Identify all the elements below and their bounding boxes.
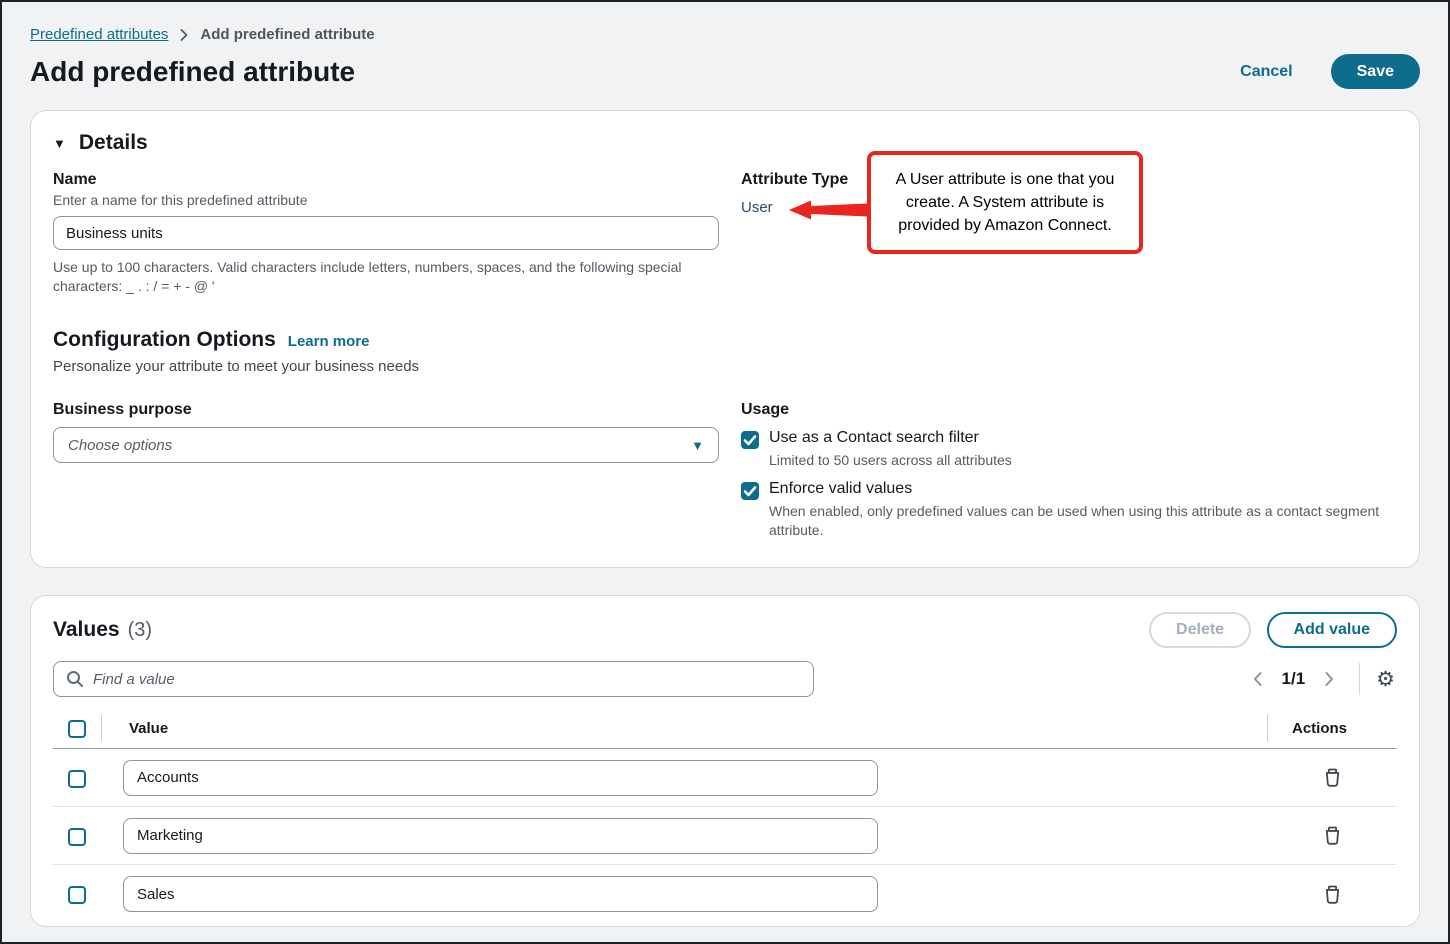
delete-row-button[interactable] xyxy=(1321,823,1344,848)
name-constraint-text: Use up to 100 characters. Valid characte… xyxy=(53,258,713,296)
caret-down-icon: ▼ xyxy=(53,137,66,150)
values-count-badge: (3) xyxy=(128,619,152,642)
value-search-input[interactable] xyxy=(93,671,801,688)
next-page-button[interactable] xyxy=(1317,667,1341,691)
app-window: Predefined attributes Add predefined att… xyxy=(0,0,1450,944)
breadcrumb: Predefined attributes Add predefined att… xyxy=(30,2,1420,43)
configuration-options-description: Personalize your attribute to meet your … xyxy=(53,358,1397,375)
trash-icon xyxy=(1324,768,1341,787)
contact-search-filter-checkbox[interactable] xyxy=(741,431,759,449)
business-purpose-select[interactable]: Choose options ▼ xyxy=(53,427,719,463)
breadcrumb-link-predefined-attributes[interactable]: Predefined attributes xyxy=(30,26,168,43)
settings-gear-icon[interactable]: ⚙ xyxy=(1374,667,1397,692)
business-purpose-group: Business purpose Choose options ▼ xyxy=(53,401,719,540)
cancel-button[interactable]: Cancel xyxy=(1240,63,1292,81)
table-header-row: Value Actions xyxy=(53,708,1397,749)
table-row xyxy=(53,749,1397,807)
value-input[interactable] xyxy=(123,760,878,796)
table-row xyxy=(53,865,1397,923)
trash-icon xyxy=(1324,826,1341,845)
name-description: Enter a name for this predefined attribu… xyxy=(53,192,719,208)
previous-page-button[interactable] xyxy=(1246,667,1270,691)
red-arrow-icon xyxy=(787,197,869,223)
enforce-valid-values-label: Enforce valid values xyxy=(769,480,1397,498)
select-all-checkbox[interactable] xyxy=(68,720,86,738)
name-field-group: Name Enter a name for this predefined at… xyxy=(53,171,719,296)
row-checkbox[interactable] xyxy=(68,828,86,846)
contact-search-filter-description: Limited to 50 users across all attribute… xyxy=(769,451,1012,470)
usage-group: Usage Use as a Contact search filter Lim… xyxy=(741,401,1397,540)
delete-button[interactable]: Delete xyxy=(1149,612,1251,648)
usage-label: Usage xyxy=(741,401,1397,419)
chevron-down-icon: ▼ xyxy=(691,439,704,452)
details-section-toggle[interactable]: ▼ Details xyxy=(53,131,1397,155)
details-row-name: Name Enter a name for this predefined at… xyxy=(53,171,1397,296)
chevron-right-icon xyxy=(1323,671,1335,687)
delete-row-button[interactable] xyxy=(1321,882,1344,907)
header-actions: Cancel Save xyxy=(1240,54,1420,89)
enforce-valid-values-description: When enabled, only predefined values can… xyxy=(769,502,1397,540)
checkmark-icon xyxy=(741,431,759,449)
details-card: ▼ Details Name Enter a name for this pre… xyxy=(30,110,1420,568)
usage-option-contact-search: Use as a Contact search filter Limited t… xyxy=(741,429,1397,470)
row-checkbox[interactable] xyxy=(68,886,86,904)
details-section-title: Details xyxy=(79,131,148,155)
business-purpose-placeholder: Choose options xyxy=(68,437,172,454)
value-search-box xyxy=(53,661,814,697)
annotation-callout: A User attribute is one that you create.… xyxy=(867,151,1143,254)
enforce-valid-values-checkbox[interactable] xyxy=(741,482,759,500)
divider xyxy=(1359,663,1360,695)
values-title: Values xyxy=(53,618,120,642)
values-toolbar: 1/1 ⚙ xyxy=(53,661,1397,697)
trash-icon xyxy=(1324,885,1341,904)
row-checkbox[interactable] xyxy=(68,770,86,788)
configuration-options-header: Configuration Options Learn more xyxy=(53,328,1397,352)
learn-more-link[interactable]: Learn more xyxy=(288,333,370,350)
chevron-left-icon xyxy=(1252,671,1264,687)
save-button[interactable]: Save xyxy=(1331,54,1420,89)
usage-option-enforce-valid: Enforce valid values When enabled, only … xyxy=(741,480,1397,540)
table-row xyxy=(53,807,1397,865)
page-header: Add predefined attribute Cancel Save xyxy=(30,54,1420,89)
page-title: Add predefined attribute xyxy=(30,56,355,88)
breadcrumb-current: Add predefined attribute xyxy=(200,26,374,43)
contact-search-filter-label: Use as a Contact search filter xyxy=(769,429,1012,447)
divider xyxy=(1267,715,1268,741)
chevron-right-icon xyxy=(179,28,189,42)
page-indicator: 1/1 xyxy=(1282,669,1306,689)
checkmark-icon xyxy=(741,482,759,500)
name-label: Name xyxy=(53,171,719,189)
values-header: Values (3) Delete Add value xyxy=(53,612,1397,648)
values-card: Values (3) Delete Add value xyxy=(30,595,1420,927)
name-input[interactable] xyxy=(53,216,719,250)
value-input[interactable] xyxy=(123,818,878,854)
delete-row-button[interactable] xyxy=(1321,765,1344,790)
values-table: Value Actions xyxy=(53,708,1397,923)
pagination: 1/1 ⚙ xyxy=(1246,663,1397,695)
value-column-header: Value xyxy=(102,720,168,737)
details-row-config: Business purpose Choose options ▼ Usage … xyxy=(53,401,1397,540)
business-purpose-label: Business purpose xyxy=(53,401,719,419)
values-actions: Delete Add value xyxy=(1149,612,1397,648)
add-value-button[interactable]: Add value xyxy=(1267,612,1397,648)
actions-column-header: Actions xyxy=(1292,720,1347,737)
value-input[interactable] xyxy=(123,876,878,912)
configuration-options-title: Configuration Options xyxy=(53,328,276,352)
search-icon xyxy=(66,670,84,688)
